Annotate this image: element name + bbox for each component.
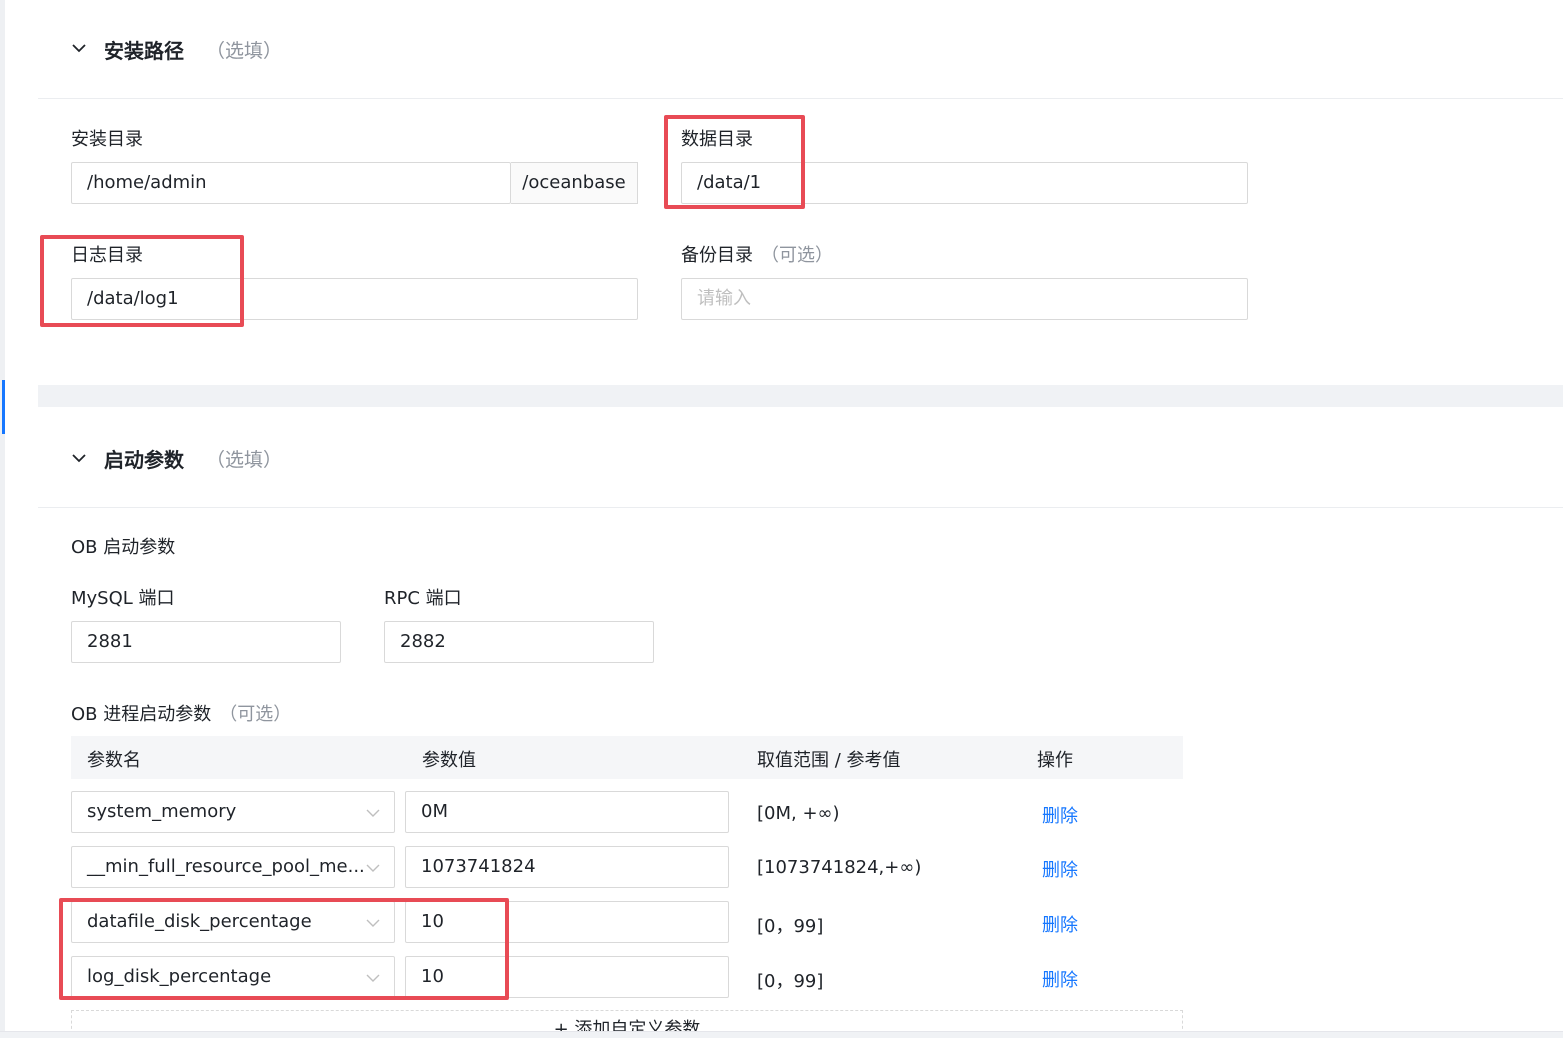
col-param-name: 参数名 xyxy=(87,750,141,771)
param-value-input[interactable]: 10 xyxy=(405,956,729,998)
param-range: [0M, +∞) xyxy=(757,803,840,824)
add-custom-param-button[interactable]: + 添加自定义参数 xyxy=(71,1010,1183,1031)
param-name-select[interactable]: datafile_disk_percentage xyxy=(71,901,395,943)
ob-params-label: OB 启动参数 xyxy=(71,537,176,558)
backup-dir-label-text: 备份目录 xyxy=(681,245,753,266)
chevron-down-icon xyxy=(366,809,380,817)
param-name-select[interactable]: system_memory xyxy=(71,791,395,833)
install-path-optional: （选填） xyxy=(206,40,283,62)
col-range: 取值范围 / 参考值 xyxy=(757,750,901,771)
rpc-port-label: RPC 端口 xyxy=(384,588,462,609)
param-value-input[interactable]: 1073741824 xyxy=(405,846,729,888)
backup-dir-input[interactable]: 请输入 xyxy=(681,278,1248,320)
startup-params-title: 启动参数 xyxy=(104,448,184,472)
data-dir-input[interactable]: /data/1 xyxy=(681,162,1248,204)
install-path-card: 安装路径 （选填） 安装目录 /home/admin /oceanbase 数据… xyxy=(38,0,1563,385)
backup-dir-optional: （可选） xyxy=(761,245,833,266)
param-range: [1073741824,+∞) xyxy=(757,857,922,878)
mysql-port-input[interactable]: 2881 xyxy=(71,621,341,663)
install-path-header[interactable]: 安装路径 （选填） xyxy=(38,0,1563,99)
startup-params-optional: （选填） xyxy=(206,449,283,471)
params-table-header: 参数名 参数值 取值范围 / 参考值 操作 xyxy=(71,736,1183,779)
param-value-input[interactable]: 0M xyxy=(405,791,729,833)
log-dir-label: 日志目录 xyxy=(71,245,143,266)
log-dir-input[interactable]: /data/log1 xyxy=(71,278,638,320)
param-name-value: log_disk_percentage xyxy=(87,966,272,987)
col-param-value: 参数值 xyxy=(422,750,476,771)
delete-link[interactable]: 删除 xyxy=(1042,856,1078,882)
backup-dir-label: 备份目录 （可选） xyxy=(681,241,833,267)
startup-params-card: 启动参数 （选填） OB 启动参数 MySQL 端口 2881 RPC 端口 2… xyxy=(38,407,1563,1031)
install-dir-input[interactable]: /home/admin xyxy=(71,162,511,204)
delete-link[interactable]: 删除 xyxy=(1042,802,1078,828)
chevron-down-icon xyxy=(366,919,380,927)
data-dir-label: 数据目录 xyxy=(681,129,753,150)
mysql-port-label: MySQL 端口 xyxy=(71,588,175,609)
chevron-down-icon[interactable] xyxy=(71,40,87,56)
param-name-select[interactable]: log_disk_percentage xyxy=(71,956,395,998)
chevron-down-icon xyxy=(366,974,380,982)
param-name-value: __min_full_resource_pool_me... xyxy=(87,856,365,877)
install-dir-label: 安装目录 xyxy=(71,129,143,150)
install-dir-suffix: /oceanbase xyxy=(511,162,638,204)
param-range: [0，99] xyxy=(757,971,824,992)
delete-link[interactable]: 删除 xyxy=(1042,911,1078,937)
startup-params-header[interactable]: 启动参数 （选填） xyxy=(38,407,1563,508)
process-params-label-text: OB 进程启动参数 xyxy=(71,704,212,725)
delete-link[interactable]: 删除 xyxy=(1042,966,1078,992)
param-value-input[interactable]: 10 xyxy=(405,901,729,943)
rpc-port-input[interactable]: 2882 xyxy=(384,621,654,663)
chevron-down-icon xyxy=(366,864,380,872)
col-action: 操作 xyxy=(1037,750,1073,771)
chevron-down-icon[interactable] xyxy=(71,450,87,466)
param-range: [0，99] xyxy=(757,916,824,937)
process-params-label: OB 进程启动参数 （可选） xyxy=(71,700,291,726)
param-name-value: datafile_disk_percentage xyxy=(87,911,312,932)
param-name-select[interactable]: __min_full_resource_pool_me... xyxy=(71,846,395,888)
left-gutter xyxy=(5,0,38,1037)
install-path-title: 安装路径 xyxy=(104,39,184,63)
param-name-value: system_memory xyxy=(87,801,237,822)
process-params-optional: （可选） xyxy=(219,704,292,725)
